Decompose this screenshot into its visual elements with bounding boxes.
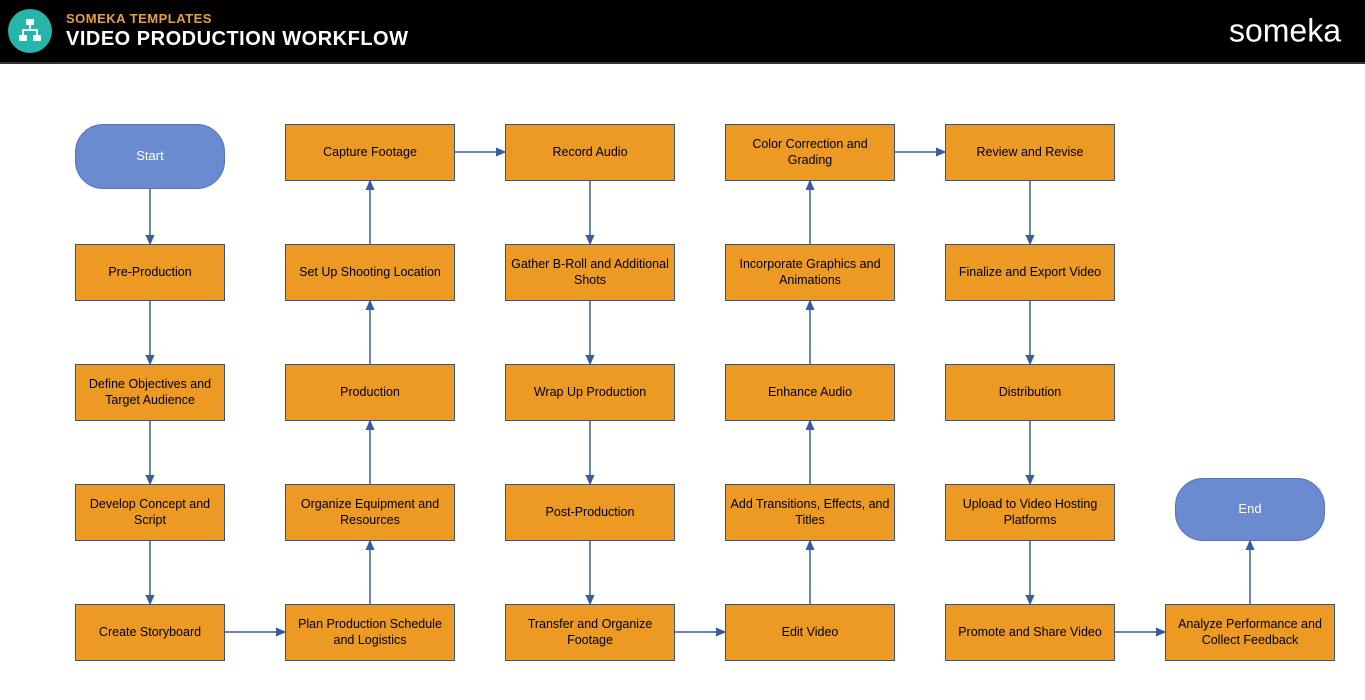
node-label: End	[1238, 501, 1261, 517]
node-label: Wrap Up Production	[534, 385, 646, 401]
brand-label: SOMEKA TEMPLATES	[66, 11, 408, 26]
flowchart-canvas: Start Pre-Production Define Objectives a…	[0, 64, 1365, 700]
review-node: Review and Revise	[945, 124, 1115, 181]
node-label: Incorporate Graphics and Animations	[730, 257, 890, 288]
node-label: Record Audio	[552, 145, 627, 161]
node-label: Plan Production Schedule and Logistics	[290, 617, 450, 648]
node-label: Capture Footage	[323, 145, 417, 161]
analyze-feedback-node: Analyze Performance and Collect Feedback	[1165, 604, 1335, 661]
define-objectives-node: Define Objectives and Target Audience	[75, 364, 225, 421]
node-label: Define Objectives and Target Audience	[80, 377, 220, 408]
wrap-up-node: Wrap Up Production	[505, 364, 675, 421]
transitions-node: Add Transitions, Effects, and Titles	[725, 484, 895, 541]
node-label: Transfer and Organize Footage	[510, 617, 670, 648]
finalize-export-node: Finalize and Export Video	[945, 244, 1115, 301]
production-node: Production	[285, 364, 455, 421]
broll-node: Gather B-Roll and Additional Shots	[505, 244, 675, 301]
node-label: Analyze Performance and Collect Feedback	[1170, 617, 1330, 648]
plan-schedule-node: Plan Production Schedule and Logistics	[285, 604, 455, 661]
distribution-node: Distribution	[945, 364, 1115, 421]
node-label: Upload to Video Hosting Platforms	[950, 497, 1110, 528]
header-text: SOMEKA TEMPLATES VIDEO PRODUCTION WORKFL…	[66, 11, 408, 51]
node-label: Post-Production	[546, 505, 635, 521]
node-label: Set Up Shooting Location	[299, 265, 441, 281]
page-title: VIDEO PRODUCTION WORKFLOW	[66, 28, 408, 51]
node-label: Review and Revise	[977, 145, 1084, 161]
node-label: Start	[136, 148, 163, 164]
graphics-node: Incorporate Graphics and Animations	[725, 244, 895, 301]
create-storyboard-node: Create Storyboard	[75, 604, 225, 661]
node-label: Develop Concept and Script	[80, 497, 220, 528]
color-correction-node: Color Correction and Grading	[725, 124, 895, 181]
promote-node: Promote and Share Video	[945, 604, 1115, 661]
enhance-audio-node: Enhance Audio	[725, 364, 895, 421]
transfer-footage-node: Transfer and Organize Footage	[505, 604, 675, 661]
end-node: End	[1175, 478, 1325, 541]
header: SOMEKA TEMPLATES VIDEO PRODUCTION WORKFL…	[0, 0, 1365, 62]
node-label: Finalize and Export Video	[959, 265, 1101, 281]
develop-concept-node: Develop Concept and Script	[75, 484, 225, 541]
brand-logo: someka	[1229, 13, 1341, 50]
setup-shooting-node: Set Up Shooting Location	[285, 244, 455, 301]
organize-equipment-node: Organize Equipment and Resources	[285, 484, 455, 541]
node-label: Organize Equipment and Resources	[290, 497, 450, 528]
node-label: Promote and Share Video	[958, 625, 1102, 641]
record-audio-node: Record Audio	[505, 124, 675, 181]
node-label: Enhance Audio	[768, 385, 852, 401]
start-node: Start	[75, 124, 225, 189]
upload-node: Upload to Video Hosting Platforms	[945, 484, 1115, 541]
edit-video-node: Edit Video	[725, 604, 895, 661]
node-label: Gather B-Roll and Additional Shots	[510, 257, 670, 288]
node-label: Create Storyboard	[99, 625, 201, 641]
node-label: Color Correction and Grading	[730, 137, 890, 168]
post-production-node: Post-Production	[505, 484, 675, 541]
capture-footage-node: Capture Footage	[285, 124, 455, 181]
node-label: Add Transitions, Effects, and Titles	[730, 497, 890, 528]
node-label: Pre-Production	[108, 265, 191, 281]
node-label: Distribution	[999, 385, 1062, 401]
node-label: Production	[340, 385, 400, 401]
pre-production-node: Pre-Production	[75, 244, 225, 301]
node-label: Edit Video	[782, 625, 839, 641]
flowchart-icon	[8, 9, 52, 53]
